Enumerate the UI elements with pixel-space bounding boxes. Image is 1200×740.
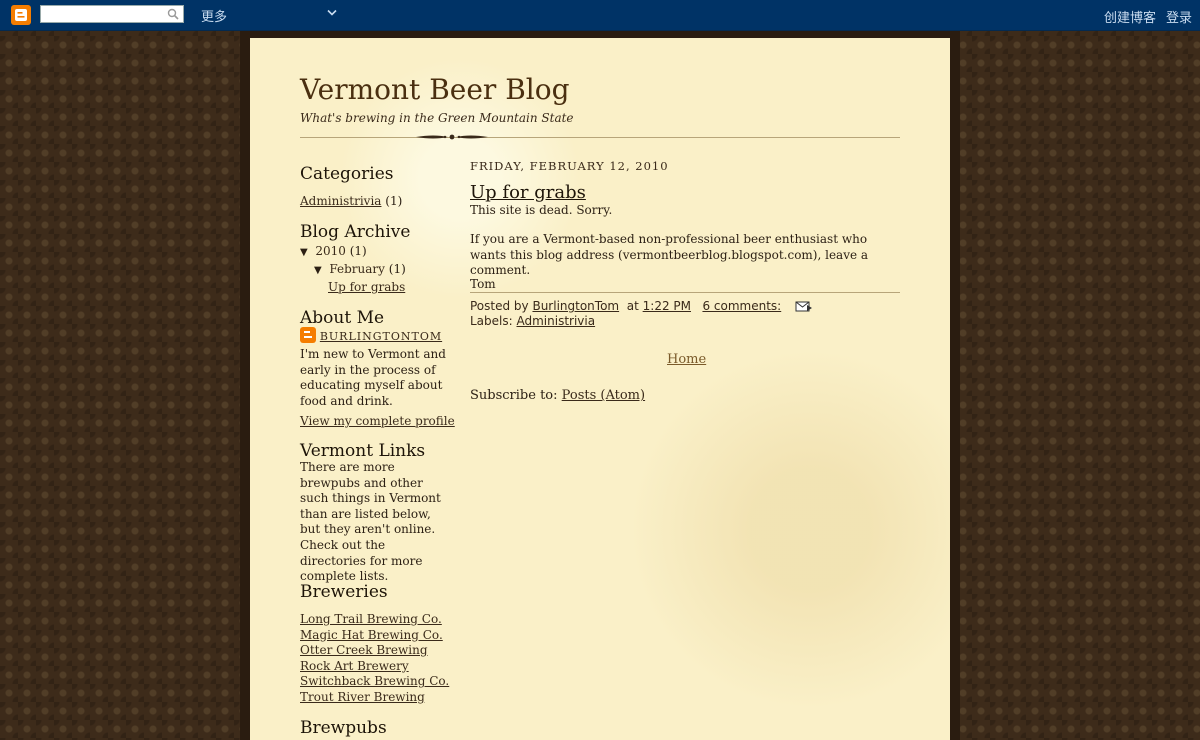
- category-item: Administrivia (1): [300, 194, 402, 208]
- subscribe-line: Subscribe to: Posts (Atom): [470, 388, 645, 403]
- header-divider: [300, 137, 900, 138]
- navbar-search-box: [40, 5, 184, 23]
- list-item: Magic Hat Brewing Co.: [300, 628, 449, 644]
- label-link[interactable]: Administrivia: [517, 314, 596, 328]
- subscribe-label: Subscribe to:: [470, 388, 558, 403]
- profile-name-row: BURLINGTONTOM: [300, 327, 442, 343]
- post-time-link[interactable]: 1:22 PM: [643, 299, 691, 313]
- chevron-down-icon[interactable]: [327, 9, 337, 17]
- brewery-link[interactable]: Magic Hat Brewing Co.: [300, 628, 443, 642]
- profile-link-row: View my complete profile: [300, 414, 455, 428]
- about-bio: I'm new to Vermont and early in the proc…: [300, 347, 446, 408]
- posted-by-label: Posted by: [470, 299, 529, 313]
- archive-toggle-icon[interactable]: ▼: [300, 247, 308, 258]
- divider-ornament-icon: [416, 134, 488, 140]
- search-icon[interactable]: [167, 8, 179, 20]
- labels-label: Labels:: [470, 314, 513, 328]
- blogger-navbar: 更多 创建博客 登录: [0, 0, 1200, 31]
- list-item: Rock Art Brewery: [300, 659, 449, 675]
- at-label: at: [626, 299, 639, 313]
- archive-year-count: (1): [349, 244, 367, 258]
- archive-month-link[interactable]: February: [329, 262, 385, 276]
- home-link[interactable]: Home: [667, 352, 706, 367]
- list-item: Otter Creek Brewing: [300, 643, 449, 659]
- category-count: (1): [385, 194, 403, 208]
- blogger-logo-icon[interactable]: [11, 5, 31, 25]
- post-signature: Tom: [470, 277, 496, 291]
- archive-toggle-icon[interactable]: ▼: [314, 265, 322, 276]
- blogger-profile-icon: [300, 327, 316, 343]
- archive-post: Up for grabs: [328, 280, 405, 294]
- brewpubs-heading: Brewpubs: [300, 718, 387, 738]
- archive-year-link[interactable]: 2010: [315, 244, 346, 258]
- brewery-link[interactable]: Rock Art Brewery: [300, 659, 409, 673]
- list-item: Trout River Brewing: [300, 690, 449, 706]
- post-labels-line: Labels: Administrivia: [470, 314, 595, 328]
- navbar-search-input[interactable]: [44, 7, 164, 21]
- list-item: Long Trail Brewing Co.: [300, 612, 449, 628]
- vermont-links-text: There are more brewpubs and other such t…: [300, 460, 441, 584]
- subscribe-atom-link[interactable]: Posts (Atom): [562, 388, 645, 403]
- brewery-link[interactable]: Long Trail Brewing Co.: [300, 612, 442, 626]
- vermont-links-heading: Vermont Links: [300, 441, 426, 461]
- create-blog-link[interactable]: 创建博客: [1104, 7, 1156, 26]
- brewery-link[interactable]: Otter Creek Brewing: [300, 643, 428, 657]
- blog-description: What's brewing in the Green Mountain Sta…: [300, 111, 574, 125]
- categories-heading: Categories: [300, 164, 394, 184]
- about-heading: About Me: [300, 308, 385, 328]
- archive-heading: Blog Archive: [300, 222, 411, 242]
- archive-year: ▼ 2010 (1): [300, 244, 367, 258]
- post-body-line: This site is dead. Sorry.: [470, 203, 613, 217]
- view-profile-link[interactable]: View my complete profile: [300, 414, 455, 428]
- list-item: Switchback Brewing Co.: [300, 674, 449, 690]
- email-post-icon[interactable]: [795, 300, 813, 313]
- post-footer-divider: [470, 292, 900, 293]
- post-title-link[interactable]: Up for grabs: [470, 182, 586, 203]
- navbar-more-menu[interactable]: 更多: [201, 6, 227, 25]
- post-body-paragraph: If you are a Vermont-based non-professio…: [470, 232, 869, 278]
- profile-name-link[interactable]: BURLINGTONTOM: [320, 330, 442, 343]
- archive-post-link[interactable]: Up for grabs: [328, 280, 405, 294]
- archive-month: ▼ February (1): [314, 262, 406, 276]
- breweries-heading: Breweries: [300, 582, 388, 602]
- author-link[interactable]: BurlingtonTom: [532, 299, 619, 313]
- archive-month-count: (1): [388, 262, 406, 276]
- post-meta-line: Posted by BurlingtonTom at 1:22 PM 6 com…: [470, 299, 813, 313]
- post-title: Up for grabs: [470, 182, 586, 203]
- brewery-link[interactable]: Switchback Brewing Co.: [300, 674, 449, 688]
- breweries-list: Long Trail Brewing Co. Magic Hat Brewing…: [300, 612, 449, 706]
- comments-link[interactable]: 6 comments:: [702, 299, 781, 313]
- login-link[interactable]: 登录: [1166, 7, 1192, 26]
- brewery-link[interactable]: Trout River Brewing: [300, 690, 425, 704]
- blog-title[interactable]: Vermont Beer Blog: [300, 73, 570, 106]
- post-date: FRIDAY, FEBRUARY 12, 2010: [470, 159, 669, 173]
- category-link[interactable]: Administrivia: [300, 194, 381, 208]
